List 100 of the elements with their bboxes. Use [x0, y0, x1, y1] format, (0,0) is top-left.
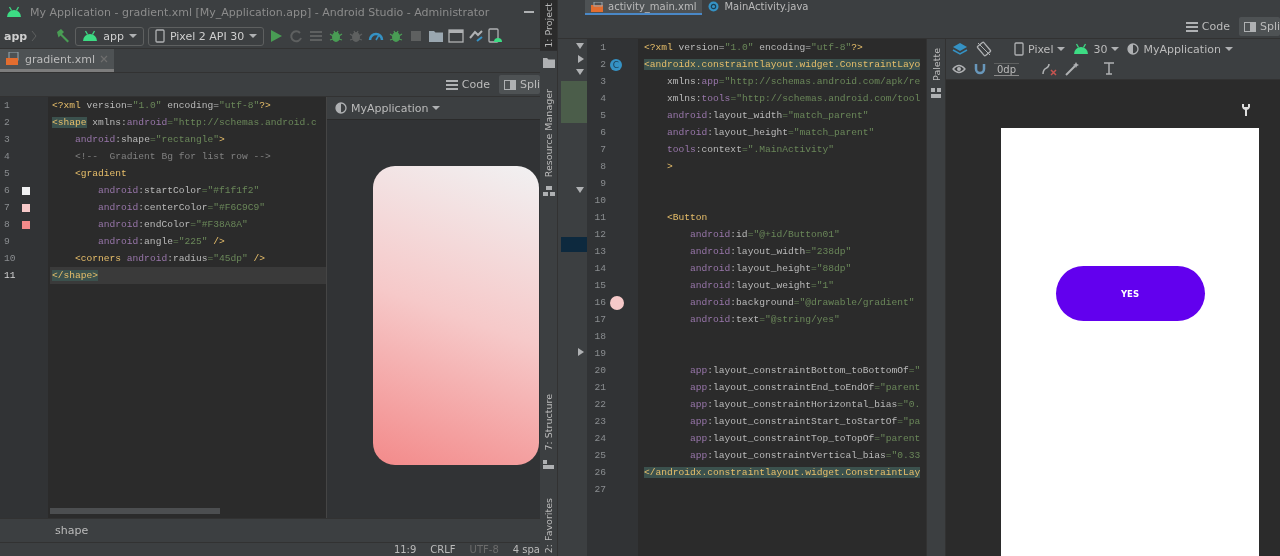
- caret-icon: [1057, 47, 1066, 51]
- code-line: app:layout_constraintStart_toStartOf="pa: [689, 415, 922, 429]
- file-tab[interactable]: gradient.xml: [0, 49, 115, 72]
- tool-window-tab[interactable]: Resource Manager: [540, 85, 557, 180]
- line-number: 20: [593, 365, 606, 376]
- bug-icon[interactable]: [328, 28, 345, 44]
- android-icon: [1073, 43, 1090, 55]
- terminal-icon[interactable]: [448, 29, 465, 43]
- line-number: 6: [599, 127, 606, 138]
- tool-window-tab[interactable]: 7: Structure: [540, 391, 557, 454]
- selection-highlight: [561, 81, 587, 123]
- color-swatch[interactable]: [22, 186, 30, 195]
- line-number: 23: [593, 416, 606, 427]
- line-number: 5: [3, 168, 11, 179]
- line-number: 16: [593, 297, 606, 308]
- file-tab[interactable]: MainActivity.java: [702, 0, 815, 15]
- line-number: 27: [593, 484, 606, 495]
- default-margin-field[interactable]: 0dp: [994, 62, 1020, 76]
- code-line: android:text="@string/yes": [689, 313, 841, 327]
- view-mode-button[interactable]: Code: [440, 75, 495, 94]
- code-line: <Button: [666, 211, 709, 225]
- line-number: 15: [593, 280, 606, 291]
- code-line: xmlns:app="http://schemas.android.com/apk/re: [666, 75, 922, 89]
- view-mode-button[interactable]: Spli: [498, 75, 540, 94]
- color-swatch[interactable]: [610, 295, 624, 310]
- view-mode-button[interactable]: Spli: [1238, 17, 1280, 36]
- code-line: android:background="@drawable/gradient": [689, 296, 916, 310]
- device-dropdown[interactable]: Pixel 2 API 30: [147, 26, 265, 46]
- xml-file-icon: [6, 52, 20, 66]
- expand-arrow-icon[interactable]: [576, 187, 584, 193]
- baseline-icon[interactable]: [1103, 62, 1116, 76]
- code-line: <shape xmlns:android="http://schemas.android.c: [51, 116, 318, 130]
- theme-dropdown[interactable]: MyApplication: [1127, 42, 1233, 56]
- selection-highlight: [561, 237, 587, 252]
- scrollbar-thumb[interactable]: [50, 508, 220, 514]
- line-number: 25: [593, 450, 606, 461]
- line-number: 17: [593, 314, 606, 325]
- code-line: android:layout_weight="1": [689, 279, 835, 293]
- lines-icon: [445, 79, 458, 90]
- hammer-icon[interactable]: [55, 28, 72, 44]
- line-number: 3: [3, 134, 11, 145]
- run-config-dropdown[interactable]: app: [75, 26, 144, 46]
- magnet-icon[interactable]: [974, 63, 986, 75]
- split-view-icon: [1243, 21, 1256, 32]
- chevron-icon: [31, 30, 38, 42]
- status-item[interactable]: 11:9: [393, 544, 417, 555]
- caret-icon: [1111, 47, 1120, 51]
- status-item[interactable]: CRLF: [430, 544, 456, 555]
- color-swatch[interactable]: [22, 203, 30, 212]
- lines-icon: [1185, 21, 1198, 32]
- caret-icon: [1224, 47, 1233, 51]
- line-number: 1: [3, 100, 11, 111]
- code-line: <?xml version="1.0" encoding="utf-8"?>: [51, 99, 272, 113]
- code-line: app:layout_constraintTop_toTopOf="parent: [689, 432, 922, 446]
- color-swatch[interactable]: [22, 220, 30, 229]
- code-line: android:layout_width="match_parent": [666, 109, 870, 123]
- tool-window-tab[interactable]: 1: Project: [540, 0, 557, 51]
- line-number: 19: [593, 348, 606, 359]
- class-badge[interactable]: C: [610, 58, 622, 71]
- line-number: 4: [599, 93, 606, 104]
- tool-window-tab[interactable]: 2: Favorites: [540, 494, 557, 556]
- class-icon: [708, 1, 720, 12]
- bug-icon[interactable]: [388, 28, 405, 44]
- wrench-icon[interactable]: [1242, 104, 1250, 116]
- code-line: android:shape="rectangle">: [74, 133, 226, 147]
- code-line: android:layout_height="match_parent": [666, 126, 876, 140]
- caret-icon: [432, 106, 441, 110]
- line-number: 12: [593, 229, 606, 240]
- code-line: <!-- Gradient Bg for list row -->: [74, 150, 272, 164]
- palette-icon: [931, 87, 941, 98]
- magic-wand-icon[interactable]: [1065, 62, 1080, 76]
- folder-icon[interactable]: [428, 29, 445, 43]
- yes-button[interactable]: YES: [1055, 266, 1205, 321]
- expand-arrow-icon[interactable]: [578, 348, 584, 356]
- line-number: 2: [3, 117, 11, 128]
- rotate-icon[interactable]: [976, 41, 992, 57]
- view-mode-button[interactable]: Code: [1180, 17, 1235, 36]
- eye-icon[interactable]: [952, 64, 966, 74]
- breadcrumb-item[interactable]: app: [4, 29, 28, 43]
- layers-icon[interactable]: [952, 42, 968, 56]
- phone-icon: [1014, 42, 1024, 56]
- file-tab[interactable]: activity_main.xml: [585, 0, 703, 15]
- phone-icon[interactable]: [488, 28, 503, 44]
- line-number: 22: [593, 399, 606, 410]
- folder-icon: [542, 56, 555, 68]
- line-number: 8: [3, 219, 11, 230]
- device-dropdown[interactable]: Pixel: [1014, 42, 1066, 56]
- palette-tab[interactable]: Palette: [927, 45, 945, 84]
- code-line: android:centerColor="#F6C9C9": [97, 201, 267, 215]
- breadcrumb-path[interactable]: shape: [55, 524, 89, 537]
- api-level-dropdown[interactable]: 30: [1073, 42, 1120, 56]
- split-view-icon: [503, 79, 516, 90]
- status-item[interactable]: 4 spa: [512, 544, 540, 555]
- line-number: 5: [599, 110, 606, 121]
- line-number: 2: [599, 59, 606, 70]
- android-icon: [82, 30, 99, 42]
- line-number: 21: [593, 382, 606, 393]
- line-number: 7: [599, 144, 606, 155]
- clear-constraints-icon[interactable]: [1041, 62, 1058, 76]
- line-number: 8: [599, 161, 606, 172]
